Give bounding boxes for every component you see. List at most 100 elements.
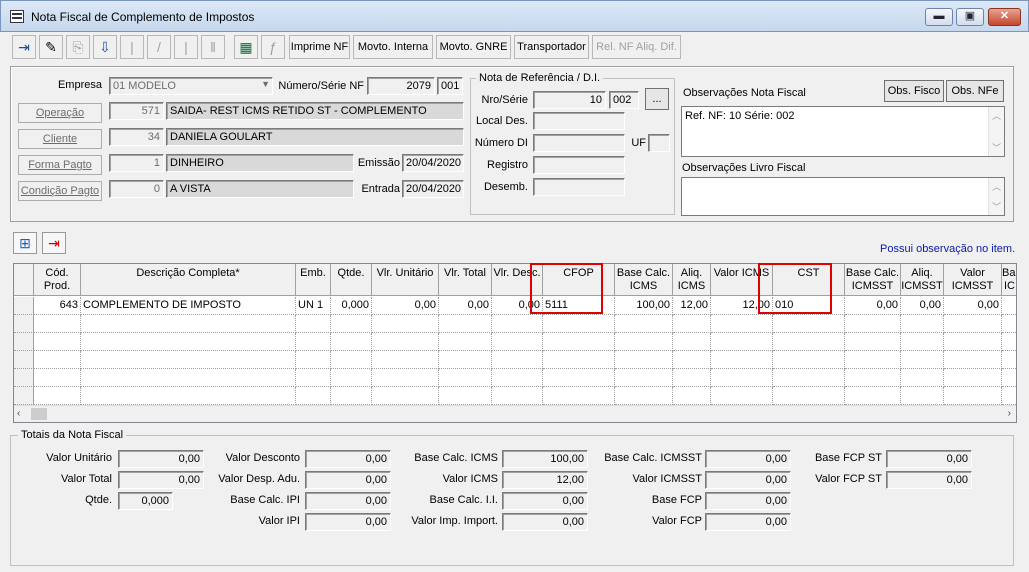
copy-icon[interactable]: ⎘ <box>66 35 90 59</box>
grid-empty-cell[interactable] <box>944 333 1002 351</box>
exit-icon[interactable]: ⇥ <box>12 35 36 59</box>
imprime-nf-button[interactable]: Imprime NF <box>289 35 350 59</box>
grid-empty-cell[interactable] <box>439 387 492 405</box>
grid-cell-qtde[interactable]: 0,000 <box>331 297 372 315</box>
grid-header-vlr-unitario[interactable]: Vlr. Unitário <box>372 264 439 296</box>
grid-empty-cell[interactable] <box>543 333 615 351</box>
grid-empty-cell[interactable] <box>773 351 845 369</box>
grid-empty-cell[interactable] <box>711 351 773 369</box>
grid-empty-cell[interactable] <box>773 333 845 351</box>
scroll-thumb[interactable] <box>31 408 47 420</box>
grid-empty-cell[interactable] <box>615 315 673 333</box>
movto-interna-button[interactable]: Movto. Interna <box>353 35 433 59</box>
obs-nf-memo[interactable]: Ref. NF: 10 Série: 002 ︿ ﹀ <box>681 106 1005 157</box>
grid-empty-cell[interactable] <box>615 369 673 387</box>
grid-empty-cell[interactable] <box>1002 315 1016 333</box>
grid-header-descricao[interactable]: Descrição Completa* <box>81 264 296 296</box>
grid-empty-cell[interactable] <box>711 315 773 333</box>
grid-empty-cell[interactable] <box>615 351 673 369</box>
empresa-select[interactable]: 01 MODELO ▼ <box>109 77 273 95</box>
grid-empty-cell[interactable] <box>845 369 901 387</box>
grid-header-base-icms[interactable]: Base Calc. ICMS <box>615 264 673 296</box>
grid-header-base-icmsst[interactable]: Base Calc. ICMSST <box>845 264 901 296</box>
grid-empty-cell[interactable] <box>331 351 372 369</box>
numero-di-field[interactable] <box>533 134 625 152</box>
grid-empty-cell[interactable] <box>372 369 439 387</box>
grid-header-cod-prod[interactable]: Cód. Prod. <box>34 264 81 296</box>
scroll-right-icon[interactable]: › <box>1008 408 1011 419</box>
condicao-pagto-button[interactable]: Condição Pagto <box>18 181 102 201</box>
grid-empty-cell[interactable] <box>615 333 673 351</box>
grid-empty-cell[interactable] <box>296 315 331 333</box>
grid-empty-cell[interactable] <box>773 387 845 405</box>
cliente-code-field[interactable]: 34 <box>109 128 164 146</box>
entrada-field[interactable]: 20/04/2020 <box>402 180 464 198</box>
grid-empty-cell[interactable] <box>296 333 331 351</box>
ref-browse-button[interactable]: ... <box>645 88 669 110</box>
grid-empty-cell[interactable] <box>845 315 901 333</box>
grid-empty-cell[interactable] <box>944 351 1002 369</box>
grid-cell-vlr-total[interactable]: 0,00 <box>439 297 492 315</box>
grid-empty-cell[interactable] <box>944 387 1002 405</box>
obs-nfe-button[interactable]: Obs. NFe <box>946 80 1004 102</box>
grid-empty-cell[interactable] <box>944 369 1002 387</box>
grid-empty-cell[interactable] <box>296 387 331 405</box>
grid-cell-aliq-icmsst[interactable]: 0,00 <box>901 297 944 315</box>
obs-livro-scrollbar[interactable]: ︿ ﹀ <box>988 178 1004 215</box>
grid-header-aliq-icms[interactable]: Aliq. ICMS <box>673 264 711 296</box>
grid-empty-cell[interactable] <box>492 315 543 333</box>
obs-fisco-button[interactable]: Obs. Fisco <box>884 80 944 102</box>
grid-empty-cell[interactable] <box>845 333 901 351</box>
grid-empty-cell[interactable] <box>296 351 331 369</box>
movto-gnre-button[interactable]: Movto. GNRE <box>436 35 511 59</box>
local-des-field[interactable] <box>533 112 625 130</box>
grid-empty-cell[interactable] <box>543 369 615 387</box>
grid-empty-cell[interactable] <box>34 369 81 387</box>
grid-empty-cell[interactable] <box>372 387 439 405</box>
ref-serie-field[interactable]: 002 <box>609 91 639 109</box>
grid-empty-cell[interactable] <box>673 369 711 387</box>
grid-empty-cell[interactable] <box>439 333 492 351</box>
uf-field[interactable] <box>648 134 670 152</box>
grid-cell-base-ic[interactable] <box>1002 297 1016 315</box>
grid-empty-cell[interactable] <box>296 369 331 387</box>
grid-empty-cell[interactable] <box>81 369 296 387</box>
obs-livro-memo[interactable]: ︿ ﹀ <box>681 177 1005 216</box>
grid-empty-cell[interactable] <box>901 387 944 405</box>
cliente-button[interactable]: Cliente <box>18 129 102 149</box>
grid-header-aliq-icmsst[interactable]: Aliq. ICMSST <box>901 264 944 296</box>
grid-cell-descricao[interactable]: COMPLEMENTO DE IMPOSTO <box>81 297 296 315</box>
eraser-icon[interactable]: ✎ <box>39 35 63 59</box>
grid-empty-cell[interactable] <box>901 351 944 369</box>
transportador-button[interactable]: Transportador <box>514 35 589 59</box>
grid-empty-cell[interactable] <box>372 333 439 351</box>
grid-empty-cell[interactable] <box>944 315 1002 333</box>
grid-empty-cell[interactable] <box>492 333 543 351</box>
grid-header-vlr-total[interactable]: Vlr. Total <box>439 264 492 296</box>
grid-empty-cell[interactable] <box>711 333 773 351</box>
last-record-icon[interactable]: ‖ <box>201 35 225 59</box>
grid-empty-cell[interactable] <box>81 333 296 351</box>
grid-empty-cell[interactable] <box>439 369 492 387</box>
grid-empty-cell[interactable] <box>1002 333 1016 351</box>
grid-empty-cell[interactable] <box>81 315 296 333</box>
grid-empty-cell[interactable] <box>615 387 673 405</box>
ref-nro-field[interactable]: 10 <box>533 91 606 109</box>
formula-icon[interactable]: ƒ <box>261 35 285 59</box>
grid-empty-cell[interactable] <box>372 351 439 369</box>
add-item-icon[interactable]: ⊞ <box>13 232 37 254</box>
grid-empty-cell[interactable] <box>543 351 615 369</box>
grid-header-base-ic[interactable]: Bas IC <box>1002 264 1016 296</box>
forma-pagto-button[interactable]: Forma Pagto <box>18 155 102 175</box>
grid-header-qtde[interactable]: Qtde. <box>331 264 372 296</box>
grid-cell-base-icmsst[interactable]: 0,00 <box>845 297 901 315</box>
close-button[interactable]: ✕ <box>988 8 1021 26</box>
grid-empty-cell[interactable] <box>711 387 773 405</box>
grid-empty-cell[interactable] <box>543 315 615 333</box>
grid-empty-cell[interactable] <box>492 351 543 369</box>
serie-nf-field[interactable]: 001 <box>437 77 463 95</box>
items-grid[interactable]: Cód. Prod. Descrição Completa* Emb. Qtde. Vl… <box>13 263 1017 423</box>
grid-header-emb[interactable]: Emb. <box>296 264 331 296</box>
grid-empty-cell[interactable] <box>845 387 901 405</box>
grid-cell-cod-prod[interactable]: 643 <box>34 297 81 315</box>
